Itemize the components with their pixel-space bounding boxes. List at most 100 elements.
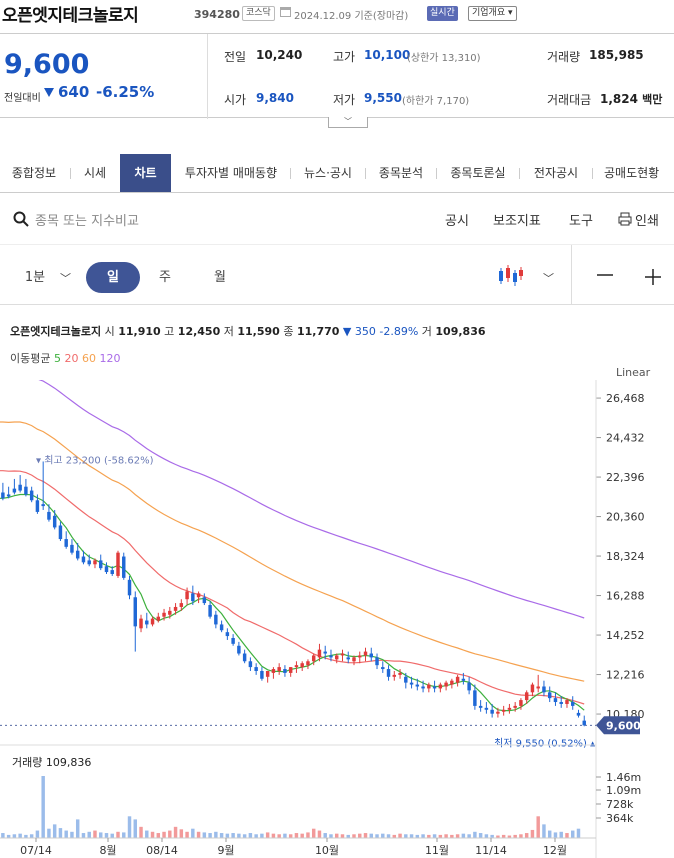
corp-info-dropdown[interactable]: 기업개요 ▾	[468, 6, 517, 21]
candle-body	[248, 661, 253, 668]
tab-short-selling[interactable]: 공매도현황	[594, 154, 674, 192]
candle-body	[99, 560, 103, 569]
max-price-label: ▾ 최고 23,200 (-58.62%)	[36, 454, 154, 466]
candle-body	[196, 593, 201, 598]
volume-bar	[47, 828, 51, 838]
candle-body	[358, 655, 362, 658]
volume-bar	[196, 831, 201, 838]
zoom-out-icon[interactable]	[596, 269, 614, 281]
volume-value: 185,985	[589, 48, 644, 62]
tab-chart[interactable]: 차트	[120, 154, 171, 192]
tab-discussion[interactable]: 종목토론실	[437, 154, 519, 192]
candle-body	[277, 667, 281, 671]
candle-body	[490, 709, 494, 714]
candle-body	[110, 570, 114, 574]
candle-body	[467, 682, 471, 691]
drawing-tool[interactable]: 도구	[569, 210, 593, 229]
volume-bar	[300, 833, 304, 838]
volume-bar	[116, 831, 120, 838]
tab-bar: 종합정보 시세 차트 투자자별 매매동향 뉴스·공시 종목분석 종목토론실 전자…	[0, 154, 674, 193]
volume-bar	[122, 832, 126, 838]
x-tick-label: 9월	[217, 844, 234, 857]
x-tick-label: 11월	[425, 844, 449, 857]
volume-bar	[306, 832, 310, 838]
volume-bar	[547, 830, 552, 838]
volume-bar	[225, 833, 230, 838]
candle-body	[283, 669, 287, 673]
period-day-button[interactable]: 일	[86, 262, 140, 293]
scale-type-label[interactable]: Linear	[616, 366, 650, 379]
candle-body	[455, 676, 460, 683]
stock-name: 오픈엣지테크놀로지	[2, 6, 139, 26]
print-icon[interactable]	[618, 212, 632, 226]
volume-bar	[168, 830, 172, 838]
candle-body	[271, 669, 276, 673]
tab-news[interactable]: 뉴스·공시	[291, 154, 365, 192]
candle-body	[559, 702, 563, 704]
tab-overview[interactable]: 종합정보	[0, 154, 68, 192]
period-month-button[interactable]: 월	[205, 262, 235, 293]
minute-select[interactable]: 1분	[24, 262, 46, 293]
candle-body	[179, 603, 184, 607]
tab-disclosure[interactable]: 전자공시	[520, 154, 592, 192]
volume-bar	[87, 831, 91, 838]
prev-close-label: 전일	[224, 50, 247, 64]
candle-body	[553, 698, 558, 703]
candle-body	[168, 610, 172, 615]
chevron-down-icon[interactable]: ﹀	[543, 270, 554, 286]
search-icon[interactable]	[13, 211, 29, 227]
print-tool[interactable]: 인쇄	[635, 210, 659, 229]
volume-bar	[185, 831, 189, 838]
candle-body	[122, 556, 126, 578]
volume-bar	[202, 832, 207, 838]
volume-bar	[461, 833, 466, 838]
indicator-tool[interactable]: 보조지표	[493, 210, 541, 229]
candle-body	[352, 657, 356, 662]
y-tick-label: 12,216	[606, 669, 645, 682]
volume-bar	[432, 834, 437, 838]
moving-average-legend[interactable]: 이동평균 5 20 60 120	[10, 350, 120, 366]
period-week-button[interactable]: 주	[150, 262, 180, 293]
candle-body	[317, 649, 322, 658]
search-input[interactable]: 종목 또는 지수비교	[35, 210, 139, 229]
volume-bar	[294, 833, 299, 838]
current-price: 9,600	[4, 49, 90, 80]
volume-bar	[150, 831, 155, 838]
candle-body	[294, 665, 299, 668]
realtime-button[interactable]: 실시간	[427, 6, 458, 21]
search-bar: 종목 또는 지수비교 공시 보조지표 도구 인쇄	[0, 193, 674, 245]
stock-code: 394280	[194, 8, 240, 21]
expand-toggle-button[interactable]: ﹀	[328, 117, 368, 128]
volume-bar	[329, 834, 333, 838]
candle-body	[576, 712, 581, 716]
disclosure-tool[interactable]: 공시	[445, 210, 469, 229]
candle-body	[18, 484, 22, 491]
candle-body	[1, 492, 5, 499]
candle-body	[64, 539, 68, 547]
tab-analysis[interactable]: 종목분석	[366, 154, 436, 192]
volume-bar	[104, 833, 109, 838]
prev-compare-label: 전일대비	[4, 93, 41, 104]
tab-quotes[interactable]: 시세	[71, 154, 119, 192]
open-value: 9,840	[256, 91, 294, 105]
zoom-in-icon[interactable]	[644, 268, 662, 286]
candle-body	[237, 645, 241, 654]
volume-bar	[323, 833, 327, 838]
tab-investors[interactable]: 투자자별 매매동향	[172, 154, 290, 192]
chevron-down-icon[interactable]: ﹀	[60, 270, 71, 286]
upper-limit: (상한가 13,310)	[407, 53, 481, 64]
candle-body	[87, 560, 91, 565]
candle-body	[501, 709, 506, 712]
price-chart[interactable]: 26,468 24,432 22,396 20,360 18,324 16,288 14,2…	[0, 380, 674, 858]
volume-bar	[473, 831, 477, 838]
volume-bar	[478, 833, 483, 838]
volume-bar	[231, 833, 235, 838]
candle-body	[438, 684, 443, 689]
candlestick-type-icon[interactable]	[497, 264, 523, 288]
volume-bar	[18, 833, 22, 838]
volume-bar	[99, 832, 103, 838]
candle-body	[375, 657, 379, 666]
volume-bar	[559, 831, 563, 838]
volume-bar	[283, 833, 287, 838]
candle-body	[127, 579, 132, 596]
